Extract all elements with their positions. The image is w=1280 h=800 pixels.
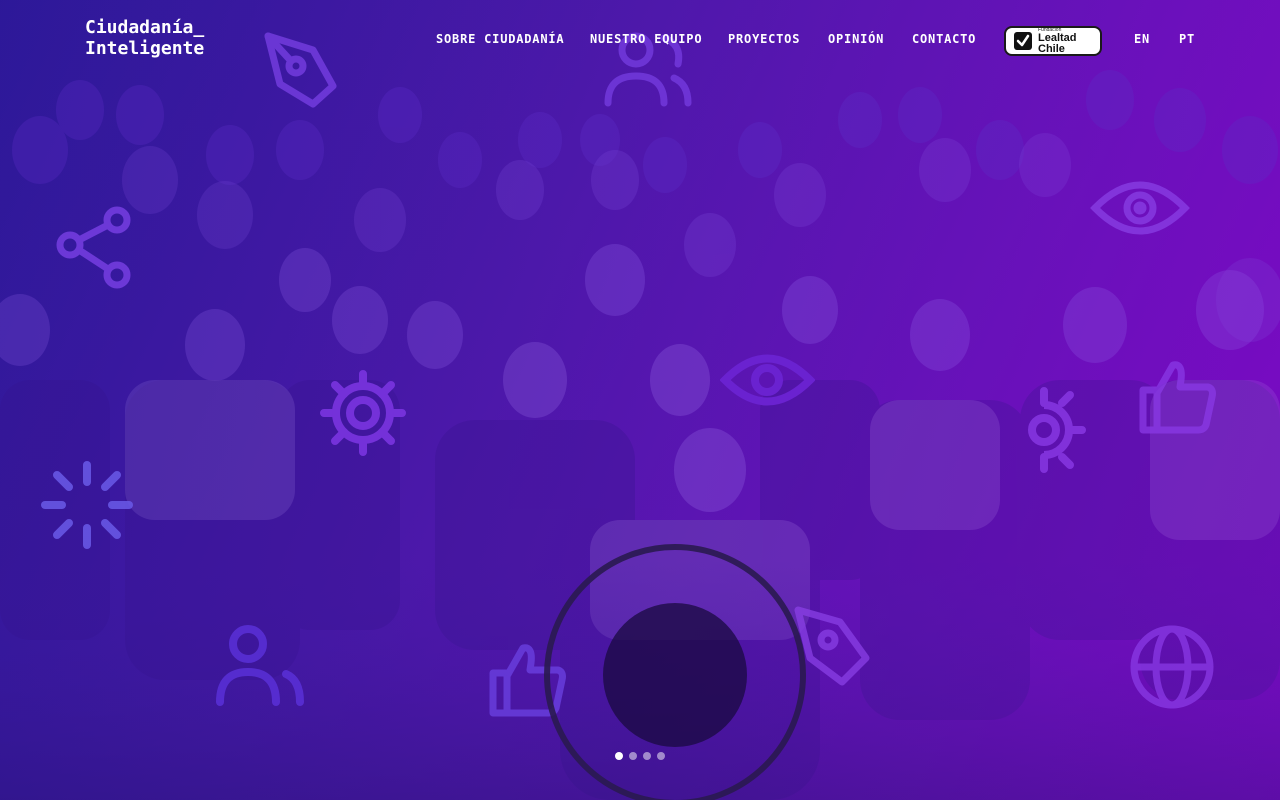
user-icon [216,625,304,706]
nav-link-opinion[interactable]: OPINIÓN [828,32,884,48]
nav-link-contacto[interactable]: CONTACTO [912,32,976,48]
pen-icon [264,32,337,108]
globe-icon [1130,625,1214,709]
badge-title: Lealtad Chile [1038,31,1077,55]
brand-line-1: Ciudadanía_ [85,17,205,38]
brand-line-2: Inteligente [85,38,205,59]
slider-dot-4[interactable] [657,752,665,760]
spark-icon [41,461,133,549]
gear-icon [320,370,406,456]
lealtad-chile-badge[interactable]: Fundación Lealtad Chile [1004,26,1102,56]
slider-dot-1[interactable] [615,752,623,760]
thumbs-up-icon [1139,361,1216,434]
eye-icon [720,354,815,406]
nav-link-sobre-ciudadania[interactable]: SOBRE CIUDADANÍA [436,32,564,48]
nav-link-nuestro-equipo[interactable]: NUESTRO EQUIPO [590,32,702,48]
circle-ring-icon [544,544,806,800]
gear-icon [1028,387,1086,473]
checkmark-icon [1014,32,1032,50]
hero-banner: Ciudadanía_ Inteligente SOBRE CIUDADANÍA… [0,0,1280,800]
share-icon [56,206,131,289]
language-en[interactable]: EN [1134,32,1150,48]
brand-logo[interactable]: Ciudadanía_ Inteligente [85,17,204,59]
slider-dot-3[interactable] [643,752,651,760]
eye-icon [1090,181,1190,235]
language-pt[interactable]: PT [1179,32,1195,48]
nav-link-proyectos[interactable]: PROYECTOS [728,32,800,48]
slider-dot-2[interactable] [629,752,637,760]
pen-icon [794,606,870,686]
slider-pagination [615,752,665,760]
